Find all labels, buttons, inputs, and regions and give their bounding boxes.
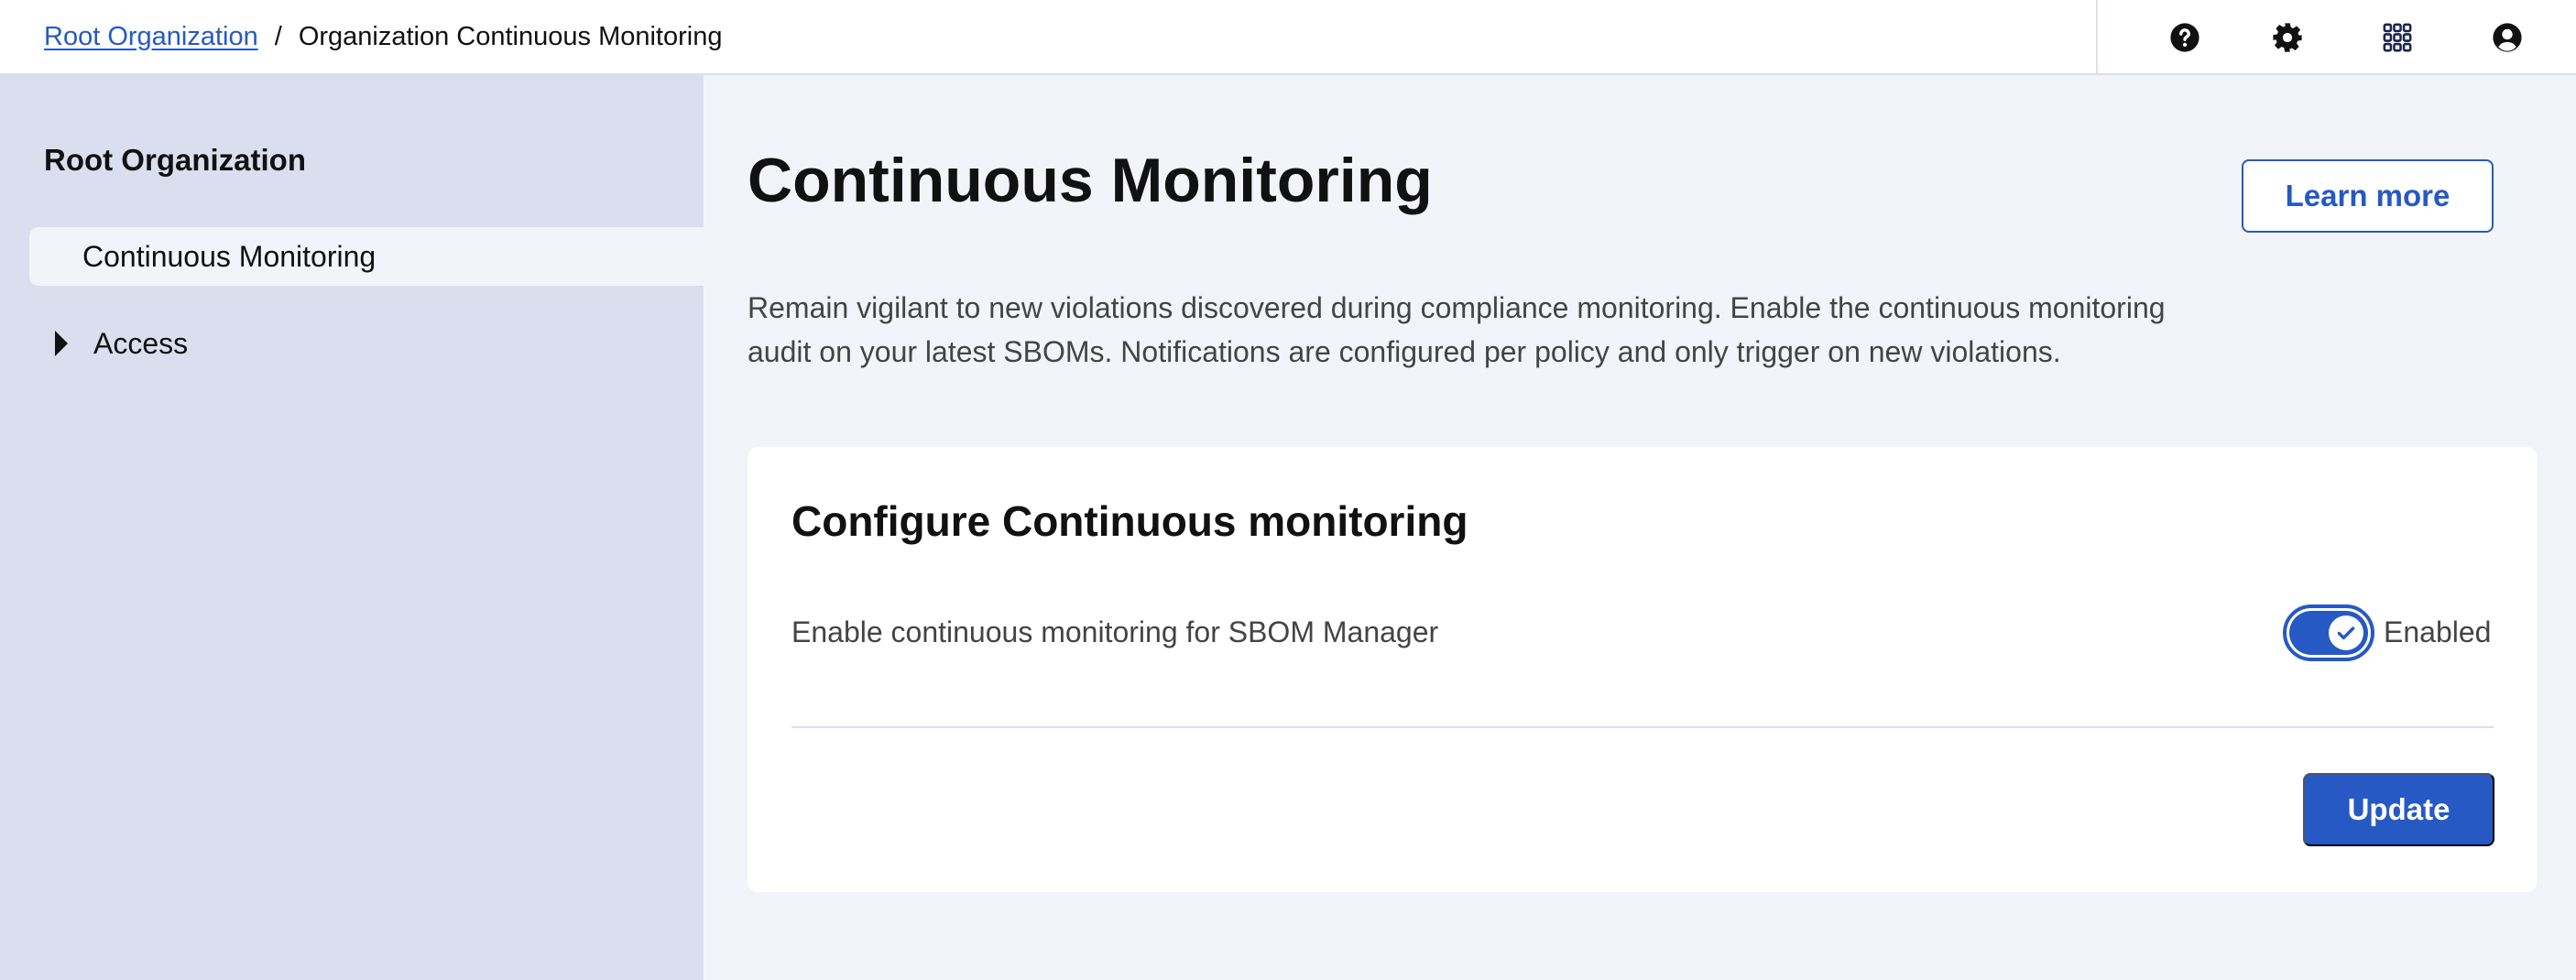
page-description: Remain vigilant to new violations discov… [748, 291, 2166, 368]
help-icon [2170, 23, 2199, 52]
card-divider [791, 726, 2494, 728]
sidebar-item-label: Access [93, 326, 189, 360]
configure-card: Configure Continuous monitoring Enable c… [748, 447, 2538, 892]
sidebar-item-access[interactable]: Access [55, 321, 188, 366]
apps-button[interactable] [2378, 18, 2417, 57]
breadcrumb-root-link[interactable]: Root Organization [44, 22, 258, 52]
sidebar: Root Organization Continuous Monitoring … [0, 75, 704, 980]
page-title: Continuous Monitoring [748, 146, 1433, 215]
update-button[interactable]: Update [2303, 773, 2494, 846]
breadcrumb-current: Organization Continuous Monitoring [298, 21, 723, 51]
gear-icon [2273, 23, 2302, 52]
user-account-button[interactable] [2488, 18, 2527, 57]
continuous-monitoring-toggle[interactable] [2283, 604, 2374, 661]
breadcrumb: Root Organization / Organization Continu… [44, 0, 722, 73]
sidebar-item-continuous-monitoring[interactable]: Continuous Monitoring [29, 227, 704, 286]
breadcrumb-separator: / [274, 21, 282, 51]
toggle-track [2289, 611, 2368, 655]
toggle-state-label: Enabled [2384, 615, 2492, 648]
card-title: Configure Continuous monitoring [791, 497, 1468, 545]
learn-more-button[interactable]: Learn more [2242, 159, 2494, 233]
topbar-divider [2096, 0, 2098, 73]
check-icon [2337, 626, 2355, 640]
sidebar-item-label: Continuous Monitoring [82, 239, 377, 273]
toggle-knob [2329, 615, 2363, 650]
sidebar-title: Root Organization [44, 143, 306, 177]
apps-grid-icon [2383, 23, 2412, 52]
setting-label: Enable continuous monitoring for SBOM Ma… [791, 615, 1439, 648]
top-bar: Root Organization / Organization Continu… [0, 0, 2576, 75]
settings-button[interactable] [2268, 18, 2307, 57]
user-account-icon [2493, 23, 2522, 52]
caret-right-icon [55, 331, 68, 356]
help-button[interactable] [2166, 18, 2204, 57]
